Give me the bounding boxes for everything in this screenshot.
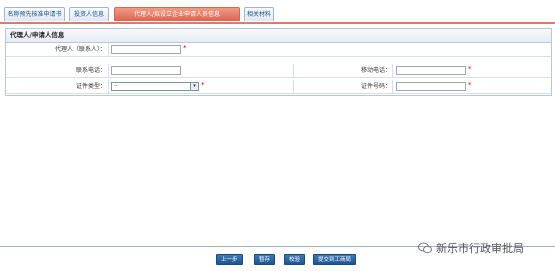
required-mark: * <box>201 81 205 89</box>
submit-button[interactable]: 提交到工商局 <box>313 254 357 265</box>
tab-agent-info[interactable]: 代理人/拟设立企业申请人员信息 <box>114 7 240 21</box>
agent-label: 代理人（联系人）： <box>54 46 106 53</box>
divider <box>108 43 109 56</box>
phone-row: 联系电话： 移动电话： * <box>6 64 551 78</box>
divider <box>392 64 393 77</box>
validate-button[interactable]: 校验 <box>284 254 306 265</box>
tab-materials[interactable]: 相关材料 <box>244 7 274 21</box>
agent-input[interactable] <box>111 45 181 54</box>
chevron-down-icon[interactable]: ▾ <box>190 83 198 90</box>
tab-investor-info[interactable]: 投资人信息 <box>69 7 109 21</box>
phone-label: 联系电话： <box>75 67 106 74</box>
watermark: 新乐市行政审批局 <box>418 238 524 258</box>
prev-button[interactable]: 上一步 <box>216 254 243 265</box>
required-mark: * <box>468 65 472 73</box>
phone-input[interactable] <box>111 66 181 75</box>
watermark-text: 新乐市行政审批局 <box>436 242 524 255</box>
id-number-input[interactable] <box>396 82 466 91</box>
required-mark: * <box>183 44 187 52</box>
divider <box>108 80 109 93</box>
mobile-input[interactable] <box>396 66 466 75</box>
id-row: 证件类型： -- ▾ * 证件号码： * <box>6 80 551 94</box>
agent-row: 代理人（联系人）： * <box>6 43 551 57</box>
panel-title: 代理人/申请人信息 <box>6 29 551 43</box>
divider <box>108 64 109 77</box>
divider <box>293 80 294 93</box>
id-type-select[interactable]: -- ▾ <box>111 82 199 91</box>
required-mark: * <box>468 81 472 89</box>
wechat-icon <box>418 242 432 254</box>
id-type-label: 证件类型： <box>75 83 106 90</box>
tab-name-preapproval[interactable]: 名称预先核准申请书 <box>4 7 65 21</box>
divider <box>293 64 294 77</box>
mobile-label: 移动电话： <box>360 67 391 74</box>
save-button[interactable]: 暂存 <box>254 254 276 265</box>
agent-info-panel: 代理人/申请人信息 代理人（联系人）： * 联系电话： 移动电话： * 证件类型… <box>5 28 552 96</box>
divider <box>392 80 393 93</box>
id-number-label: 证件号码： <box>360 83 391 90</box>
tab-bar: 名称预先核准申请书 投资人信息 代理人/拟设立企业申请人员信息 相关材料 <box>0 0 555 24</box>
id-type-value: -- <box>114 83 118 89</box>
